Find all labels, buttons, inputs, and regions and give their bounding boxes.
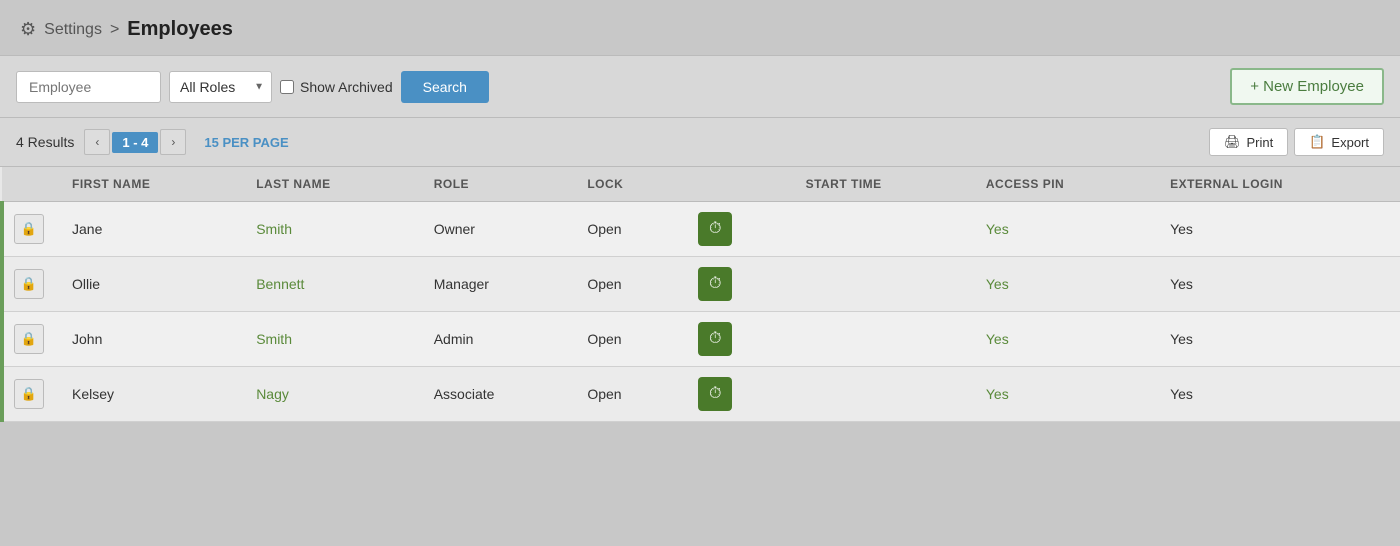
employees-table: FIRST NAME LAST NAME ROLE LOCK START TIM… [0,167,1400,422]
role-cell: Owner [420,202,574,257]
lock-status-cell: Open [573,257,684,312]
employee-search-input[interactable] [16,71,161,103]
show-archived-text: Show Archived [300,79,393,95]
lock-button[interactable]: 🔒 [14,214,44,244]
external-login-cell: Yes [1156,367,1400,422]
gear-icon: ⚙ [20,19,36,40]
start-time-cell [792,202,972,257]
col-lock-header [2,167,58,202]
breadcrumb-settings-link[interactable]: Settings [44,21,102,39]
external-login-cell: Yes [1156,257,1400,312]
col-lock-status-header: LOCK [573,167,684,202]
last-name-cell[interactable]: Bennett [242,257,420,312]
show-archived-label[interactable]: Show Archived [280,79,393,95]
start-time-cell [792,312,972,367]
roles-dropdown-wrapper: All Roles Owner Manager Admin Associate … [169,71,272,103]
clock-cell: ⏱ [684,367,791,422]
clock-cell: ⏱ [684,202,791,257]
col-role-header: ROLE [420,167,574,202]
first-name-cell: Ollie [58,257,242,312]
page-range: 1 - 4 [112,132,158,153]
lock-status-cell: Open [573,367,684,422]
col-clock-header [684,167,791,202]
lock-button[interactable]: 🔒 [14,324,44,354]
clock-button[interactable]: ⏱ [698,212,732,246]
export-label: Export [1331,135,1369,150]
clock-cell: ⏱ [684,257,791,312]
external-login-cell: Yes [1156,202,1400,257]
access-pin-cell: Yes [972,202,1156,257]
employees-table-container: FIRST NAME LAST NAME ROLE LOCK START TIM… [0,167,1400,422]
search-button[interactable]: Search [401,71,489,103]
print-button[interactable]: 🖨 Print [1209,128,1288,156]
last-name-cell[interactable]: Nagy [242,367,420,422]
role-cell: Associate [420,367,574,422]
first-name-cell: John [58,312,242,367]
prev-page-button[interactable]: ‹ [84,129,110,155]
roles-dropdown[interactable]: All Roles Owner Manager Admin Associate [169,71,272,103]
last-name-cell[interactable]: Smith [242,312,420,367]
clock-cell: ⏱ [684,312,791,367]
per-page-link[interactable]: 15 PER PAGE [204,135,288,150]
lock-button[interactable]: 🔒 [14,379,44,409]
filter-bar: All Roles Owner Manager Admin Associate … [0,55,1400,118]
table-row: 🔒 Kelsey Nagy Associate Open ⏱ Yes Yes [2,367,1400,422]
breadcrumb-current-page: Employees [127,18,233,41]
pagination: ‹ 1 - 4 › [84,129,186,155]
table-header-row: FIRST NAME LAST NAME ROLE LOCK START TIM… [2,167,1400,202]
external-login-cell: Yes [1156,312,1400,367]
lock-button[interactable]: 🔒 [14,269,44,299]
table-row: 🔒 Jane Smith Owner Open ⏱ Yes Yes [2,202,1400,257]
lock-icon-cell: 🔒 [2,202,58,257]
col-externallogin-header: EXTERNAL LOGIN [1156,167,1400,202]
clock-button[interactable]: ⏱ [698,322,732,356]
table-row: 🔒 Ollie Bennett Manager Open ⏱ Yes Yes [2,257,1400,312]
breadcrumb-separator: > [110,21,119,39]
col-accesspin-header: ACCESS PIN [972,167,1156,202]
access-pin-cell: Yes [972,257,1156,312]
role-cell: Manager [420,257,574,312]
results-bar: 4 Results ‹ 1 - 4 › 15 PER PAGE 🖨 Print … [0,118,1400,167]
first-name-cell: Kelsey [58,367,242,422]
lock-icon-cell: 🔒 [2,367,58,422]
table-row: 🔒 John Smith Admin Open ⏱ Yes Yes [2,312,1400,367]
col-firstname-header: FIRST NAME [58,167,242,202]
lock-icon-cell: 🔒 [2,312,58,367]
role-cell: Admin [420,312,574,367]
start-time-cell [792,257,972,312]
clock-button[interactable]: ⏱ [698,267,732,301]
start-time-cell [792,367,972,422]
lock-icon-cell: 🔒 [2,257,58,312]
next-page-button[interactable]: › [160,129,186,155]
last-name-cell[interactable]: Smith [242,202,420,257]
print-label: Print [1247,135,1274,150]
export-icon: 📋 [1309,134,1325,150]
lock-status-cell: Open [573,312,684,367]
access-pin-cell: Yes [972,367,1156,422]
col-starttime-header: START TIME [792,167,972,202]
new-employee-button[interactable]: + New Employee [1230,68,1384,105]
right-actions: 🖨 Print 📋 Export [1209,128,1384,156]
printer-icon: 🖨 [1224,134,1241,150]
lock-status-cell: Open [573,202,684,257]
export-button[interactable]: 📋 Export [1294,128,1384,156]
access-pin-cell: Yes [972,312,1156,367]
results-count: 4 Results [16,134,74,150]
show-archived-checkbox[interactable] [280,80,294,94]
first-name-cell: Jane [58,202,242,257]
breadcrumb-bar: ⚙ Settings > Employees [0,0,1400,55]
clock-button[interactable]: ⏱ [698,377,732,411]
col-lastname-header: LAST NAME [242,167,420,202]
